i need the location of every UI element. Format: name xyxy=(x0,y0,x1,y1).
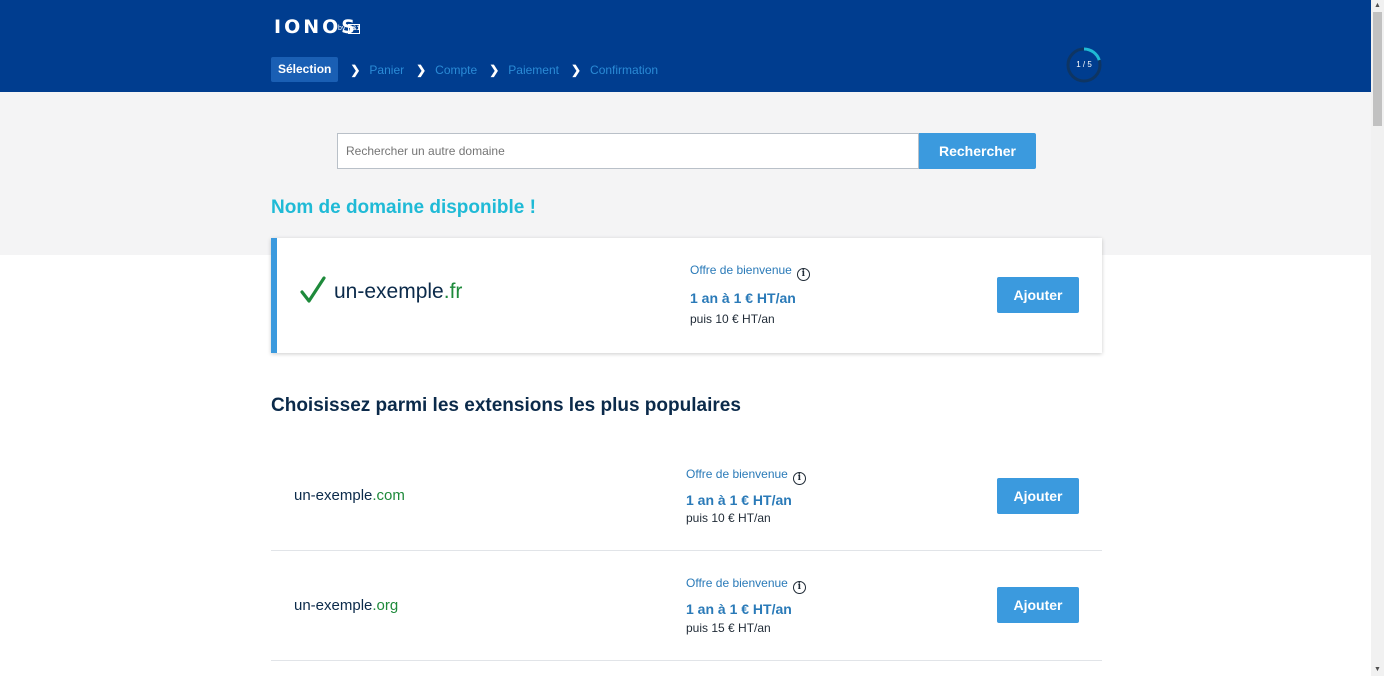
step-confirmation: Confirmation xyxy=(590,62,659,77)
offer-label-text: Offre de bienvenue xyxy=(686,576,788,590)
offer-label: Offre de bienvenue i xyxy=(686,576,806,594)
add-button[interactable]: Ajouter xyxy=(997,277,1079,313)
logo-by-text: by xyxy=(338,25,346,32)
step-selection[interactable]: Sélection xyxy=(271,57,339,82)
renewal-price: puis 10 € HT/an xyxy=(686,511,771,525)
offer-label-text: Offre de bienvenue xyxy=(686,467,788,481)
domain-extension: .com xyxy=(372,487,405,504)
checkout-steps: Sélection ❯ Panier ❯ Compte ❯ Paiement ❯… xyxy=(271,57,658,82)
scroll-up-icon[interactable]: ▲ xyxy=(1373,0,1382,11)
search-section xyxy=(0,92,1371,255)
offer-label: Offre de bienvenue i xyxy=(686,467,806,485)
domain-name: un-exemple xyxy=(334,280,444,303)
row-divider xyxy=(271,660,1102,661)
domain-search-input[interactable] xyxy=(337,133,919,169)
domain-extension: .org xyxy=(372,597,399,614)
offer-label: Offre de bienvenue i xyxy=(690,263,810,281)
logo-badge: 1&1 xyxy=(348,24,361,34)
info-icon[interactable]: i xyxy=(796,268,810,281)
progress-text: 1 / 5 xyxy=(1076,60,1092,69)
list-item-domain: un-exemple.com xyxy=(294,487,405,504)
domain-name: un-exemple xyxy=(294,597,373,614)
available-domain: un-exemple.fr xyxy=(334,280,462,304)
scrollbar-thumb[interactable] xyxy=(1373,12,1382,126)
chevron-right-icon: ❯ xyxy=(416,62,427,77)
available-title: Nom de domaine disponible ! xyxy=(271,197,536,218)
chevron-right-icon: ❯ xyxy=(350,62,361,77)
info-icon[interactable]: i xyxy=(792,581,806,594)
info-icon[interactable]: i xyxy=(792,472,806,485)
offer-label-text: Offre de bienvenue xyxy=(690,263,792,277)
progress-indicator: 1 / 5 xyxy=(1066,47,1102,83)
step-panier: Panier xyxy=(369,62,405,77)
domain-name: un-exemple xyxy=(294,487,373,504)
renewal-price: puis 10 € HT/an xyxy=(690,312,775,326)
row-divider xyxy=(271,550,1102,551)
check-icon xyxy=(300,276,326,303)
chevron-right-icon: ❯ xyxy=(570,62,582,77)
add-button[interactable]: Ajouter xyxy=(997,587,1079,623)
step-paiement: Paiement xyxy=(508,62,559,77)
search-button[interactable]: Rechercher xyxy=(919,133,1036,169)
welcome-price: 1 an à 1 € HT/an xyxy=(690,290,796,306)
top-header: IONOS by 1&1 Sélection ❯ Panier ❯ Compte… xyxy=(0,0,1371,92)
welcome-price: 1 an à 1 € HT/an xyxy=(686,492,792,508)
add-button[interactable]: Ajouter xyxy=(997,478,1079,514)
scroll-down-icon[interactable]: ▼ xyxy=(1373,664,1382,675)
popular-title: Choisissez parmi les extensions les plus… xyxy=(271,395,741,416)
renewal-price: puis 15 € HT/an xyxy=(686,621,771,635)
domain-extension: .fr xyxy=(443,280,463,303)
welcome-price: 1 an à 1 € HT/an xyxy=(686,601,792,617)
chevron-right-icon: ❯ xyxy=(489,62,500,77)
step-compte: Compte xyxy=(435,62,478,77)
list-item-domain: un-exemple.org xyxy=(294,597,398,614)
